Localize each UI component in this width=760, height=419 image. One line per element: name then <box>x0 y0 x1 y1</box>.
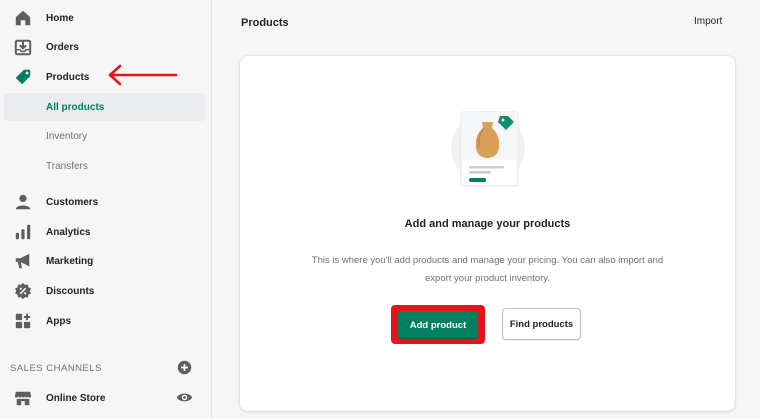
sidebar-item-label: Products <box>46 71 90 83</box>
apps-icon <box>13 311 33 331</box>
import-button[interactable]: Import <box>694 16 722 27</box>
eye-icon[interactable] <box>176 389 193 411</box>
sidebar-item-label: Discounts <box>46 285 95 297</box>
annotation-arrow-icon <box>106 64 178 91</box>
discount-icon <box>13 281 33 301</box>
sidebar-subitem-inventory[interactable]: Inventory <box>4 122 205 150</box>
sidebar-item-apps[interactable]: Apps <box>0 306 212 336</box>
sidebar-subitem-transfers[interactable]: Transfers <box>4 152 205 180</box>
sidebar-subitem-all-products[interactable]: All products <box>4 93 205 121</box>
section-header-label: SALES CHANNELS <box>10 362 103 374</box>
sidebar-item-label: Customers <box>46 196 99 208</box>
sidebar-item-home[interactable]: Home <box>0 3 212 33</box>
tag-icon <box>13 67 33 87</box>
sidebar-item-label: Apps <box>46 315 71 327</box>
orders-icon <box>13 37 33 57</box>
home-icon <box>13 8 33 28</box>
empty-state-heading: Add and manage your products <box>404 218 571 230</box>
page-title: Products <box>241 17 289 29</box>
sidebar-item-discounts[interactable]: Discounts <box>0 276 212 306</box>
sidebar-item-marketing[interactable]: Marketing <box>0 246 212 276</box>
sidebar-item-label: Analytics <box>46 226 91 238</box>
sidebar-item-label: Online Store <box>46 392 106 404</box>
sidebar-subitem-label: All products <box>46 101 105 113</box>
sidebar-item-orders[interactable]: Orders <box>0 32 212 62</box>
sidebar-item-analytics[interactable]: Analytics <box>0 217 212 247</box>
empty-state-description: This is where you'll add products and ma… <box>311 255 664 284</box>
sidebar-item-label: Home <box>46 12 74 24</box>
bar-chart-icon <box>13 222 33 242</box>
sidebar: Home Orders Products All products Invent… <box>0 0 212 419</box>
megaphone-icon <box>13 251 33 271</box>
sidebar-subitem-label: Transfers <box>46 160 88 172</box>
store-icon <box>13 388 33 408</box>
person-icon <box>13 192 33 212</box>
add-sales-channel-icon[interactable] <box>177 360 192 380</box>
sidebar-subitem-label: Inventory <box>46 130 88 142</box>
sidebar-item-customers[interactable]: Customers <box>0 187 212 217</box>
sales-channels-header: SALES CHANNELS <box>10 359 202 377</box>
sidebar-item-label: Orders <box>46 41 79 53</box>
sidebar-item-label: Marketing <box>46 255 94 267</box>
empty-state-card: Add and manage your products This is whe… <box>240 56 735 411</box>
find-products-button[interactable]: Find products <box>502 308 581 340</box>
product-illustration-icon <box>448 108 528 195</box>
add-product-button[interactable]: Add product <box>398 311 478 339</box>
